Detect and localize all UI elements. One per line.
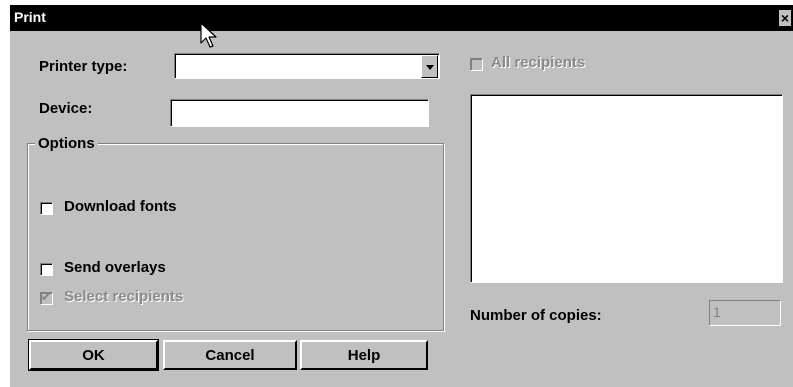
checkmark-icon: ✔ [41,290,52,304]
recipients-list[interactable] [470,94,783,283]
select-recipients-label: Select recipients [64,288,184,305]
close-icon[interactable]: × [779,10,791,26]
help-button[interactable]: Help [300,340,428,370]
all-recipients-label: All recipients [491,54,586,71]
select-recipients-checkbox[interactable]: ✔ [40,290,53,305]
send-overlays-label[interactable]: Send overlays [64,259,166,276]
copies-label: Number of copies: [470,307,602,324]
arrow-cursor-icon [200,22,217,48]
all-recipients-checkbox[interactable] [470,58,483,71]
download-fonts-checkbox[interactable] [40,202,53,215]
printer-type-label: Printer type: [39,58,128,75]
device-label: Device: [39,100,93,117]
printer-type-select[interactable] [174,53,440,79]
device-field[interactable] [170,99,429,127]
cancel-button[interactable]: Cancel [163,340,297,370]
download-fonts-label[interactable]: Download fonts [64,198,177,215]
copies-field[interactable]: 1 [709,300,781,326]
print-dialog: Print × Printer type: Device: Options Do… [10,5,793,387]
window-title: Print [14,9,46,25]
options-legend: Options [35,135,98,152]
send-overlays-checkbox[interactable] [40,263,53,276]
chevron-down-icon[interactable] [421,55,438,78]
ok-button[interactable]: OK [28,339,159,371]
title-bar[interactable]: Print × [10,5,793,31]
